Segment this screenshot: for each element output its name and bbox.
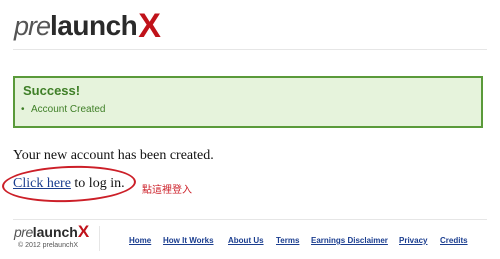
footer-logo-pre-text: pre — [14, 224, 33, 240]
header-divider — [13, 49, 487, 50]
header-logo[interactable]: pre launch X — [14, 7, 161, 45]
footer-link-credits[interactable]: Credits — [440, 236, 468, 245]
footer-divider — [13, 219, 487, 220]
red-circle-annotation — [1, 163, 137, 205]
logo-pre-text: pre — [14, 11, 51, 41]
footer-link-about-us[interactable]: About Us — [228, 236, 264, 245]
footer-link-terms[interactable]: Terms — [276, 236, 299, 245]
success-item: Account Created — [21, 104, 105, 115]
logo-x-mark: X — [138, 7, 161, 45]
logo-launch-text: launch — [50, 10, 138, 41]
success-title: Success! — [23, 83, 81, 98]
footer-link-home[interactable]: Home — [129, 236, 151, 245]
footer-link-privacy[interactable]: Privacy — [399, 236, 427, 245]
success-alert: Success! Account Created — [13, 76, 483, 128]
footer-logo[interactable]: pre launch X — [14, 222, 90, 241]
footer-link-earnings-disclaimer[interactable]: Earnings Disclaimer — [311, 236, 388, 245]
footer-logo-launch-text: launch — [32, 224, 78, 240]
annotation-note: 點這裡登入 — [142, 185, 192, 196]
account-created-message: Your new account has been created. — [13, 148, 214, 163]
footer-vertical-divider — [99, 226, 100, 251]
copyright-text: © 2012 prelaunchX — [18, 242, 79, 249]
footer-logo-x-mark: X — [77, 222, 90, 241]
footer-link-how-it-works[interactable]: How It Works — [163, 236, 214, 245]
